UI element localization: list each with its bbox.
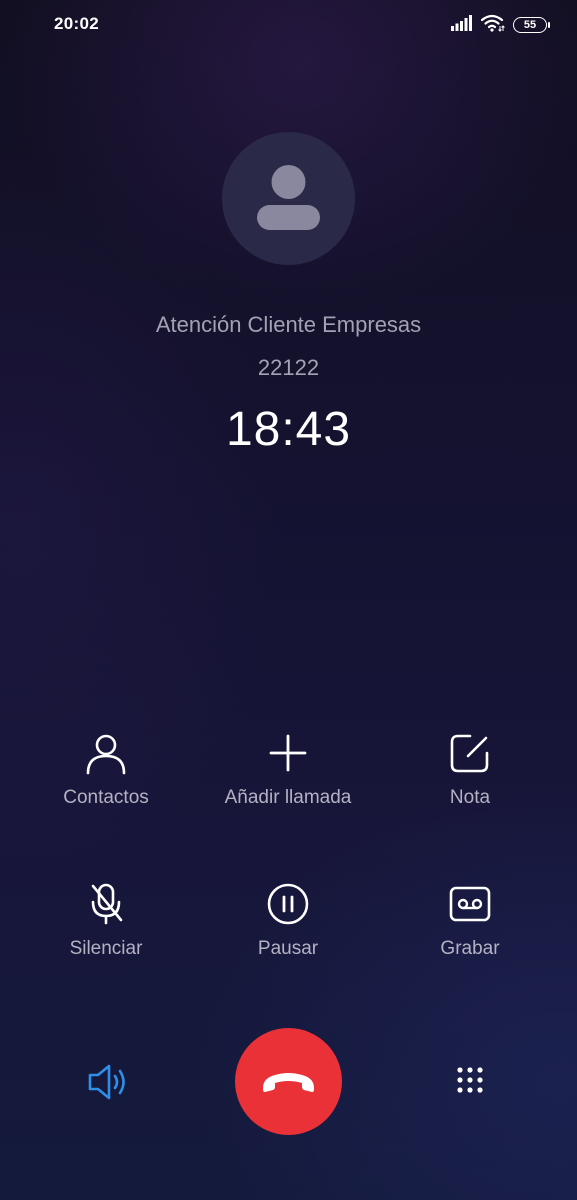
plus-icon (269, 734, 307, 772)
person-placeholder-icon (257, 165, 320, 230)
phone-hangup-icon (263, 1073, 314, 1092)
signal-icon (451, 14, 473, 36)
status-bar: 20:02 55 (0, 0, 577, 50)
pause-icon (267, 883, 309, 925)
caller-avatar (222, 132, 355, 265)
status-time: 20:02 (54, 14, 99, 33)
call-duration: 18:43 (225, 403, 352, 456)
mic-off-icon (91, 883, 123, 925)
battery-icon: 55 (513, 17, 550, 33)
caller-number: 22122 (257, 355, 320, 380)
mute-label: Silenciar (69, 938, 143, 959)
speaker-icon (88, 1064, 125, 1100)
contacts-button[interactable]: Contactos (11, 731, 201, 809)
record-button[interactable]: Grabar (375, 882, 565, 960)
status-icons: 55 (451, 14, 550, 37)
contacts-label: Contactos (63, 787, 149, 808)
hold-button[interactable]: Pausar (193, 882, 383, 960)
speaker-button[interactable] (84, 1058, 132, 1106)
person-outline-icon (86, 734, 126, 775)
hold-label: Pausar (257, 938, 319, 959)
end-call-button[interactable] (235, 1028, 342, 1135)
note-edit-icon (450, 734, 489, 773)
record-label: Grabar (440, 938, 500, 959)
mute-button[interactable]: Silenciar (11, 882, 201, 960)
dialpad-icon (457, 1067, 483, 1093)
battery-level: 55 (523, 18, 537, 31)
note-button[interactable]: Nota (375, 731, 565, 809)
add-call-label: Añadir llamada (224, 787, 352, 808)
note-label: Nota (449, 787, 491, 808)
add-call-button[interactable]: Añadir llamada (193, 731, 383, 809)
wifi-icon (480, 14, 505, 37)
dialpad-button[interactable] (446, 1058, 494, 1106)
cassette-icon (449, 886, 491, 922)
caller-name: Atención Cliente Empresas (155, 312, 422, 337)
